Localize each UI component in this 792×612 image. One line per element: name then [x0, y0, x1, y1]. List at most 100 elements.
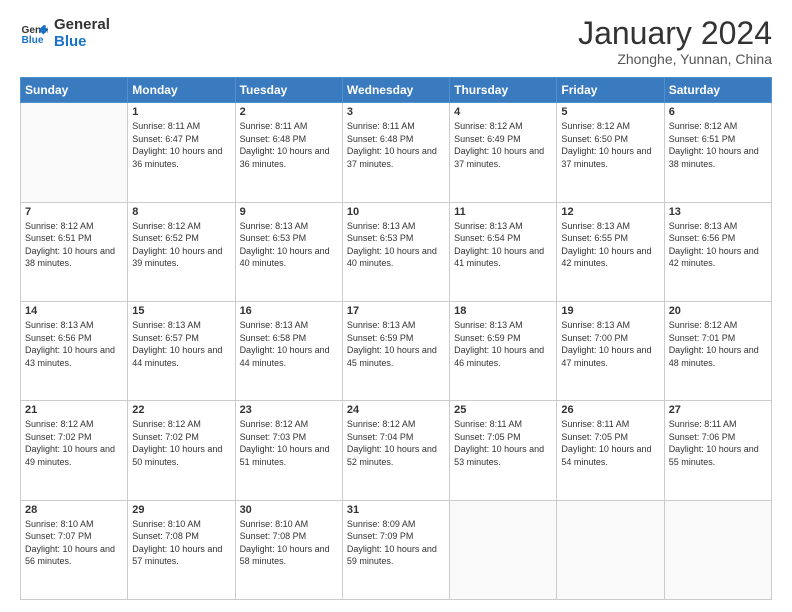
calendar-cell: 18 Sunrise: 8:13 AM Sunset: 6:59 PM Dayl…	[450, 301, 557, 400]
calendar-cell: 1 Sunrise: 8:11 AM Sunset: 6:47 PM Dayli…	[128, 103, 235, 202]
day-info: Sunrise: 8:10 AM Sunset: 7:08 PM Dayligh…	[240, 518, 338, 568]
daylight-label: Daylight: 10 hours and 45 minutes.	[347, 345, 437, 368]
sunset-label: Sunset: 6:56 PM	[669, 233, 736, 243]
calendar-table: SundayMondayTuesdayWednesdayThursdayFrid…	[20, 77, 772, 600]
calendar-cell: 12 Sunrise: 8:13 AM Sunset: 6:55 PM Dayl…	[557, 202, 664, 301]
day-number: 3	[347, 106, 445, 118]
calendar-cell: 30 Sunrise: 8:10 AM Sunset: 7:08 PM Dayl…	[235, 500, 342, 599]
day-info: Sunrise: 8:11 AM Sunset: 7:05 PM Dayligh…	[454, 418, 552, 468]
daylight-label: Daylight: 10 hours and 48 minutes.	[669, 345, 759, 368]
logo-blue: Blue	[54, 33, 110, 50]
day-number: 17	[347, 305, 445, 317]
sunset-label: Sunset: 7:06 PM	[669, 432, 736, 442]
daylight-label: Daylight: 10 hours and 50 minutes.	[132, 444, 222, 467]
day-header-wednesday: Wednesday	[342, 78, 449, 103]
day-info: Sunrise: 8:10 AM Sunset: 7:07 PM Dayligh…	[25, 518, 123, 568]
calendar-cell: 21 Sunrise: 8:12 AM Sunset: 7:02 PM Dayl…	[21, 401, 128, 500]
day-number: 15	[132, 305, 230, 317]
sunrise-label: Sunrise: 8:11 AM	[132, 121, 200, 131]
day-number: 14	[25, 305, 123, 317]
calendar-cell: 25 Sunrise: 8:11 AM Sunset: 7:05 PM Dayl…	[450, 401, 557, 500]
daylight-label: Daylight: 10 hours and 40 minutes.	[240, 246, 330, 269]
day-header-sunday: Sunday	[21, 78, 128, 103]
sunset-label: Sunset: 7:08 PM	[240, 531, 307, 541]
day-number: 5	[561, 106, 659, 118]
day-info: Sunrise: 8:12 AM Sunset: 6:51 PM Dayligh…	[669, 120, 767, 170]
sunrise-label: Sunrise: 8:13 AM	[25, 320, 94, 330]
calendar-cell: 23 Sunrise: 8:12 AM Sunset: 7:03 PM Dayl…	[235, 401, 342, 500]
daylight-label: Daylight: 10 hours and 38 minutes.	[669, 146, 759, 169]
page: General Blue General Blue January 2024 Z…	[0, 0, 792, 612]
sunrise-label: Sunrise: 8:11 AM	[454, 419, 522, 429]
calendar-cell: 5 Sunrise: 8:12 AM Sunset: 6:50 PM Dayli…	[557, 103, 664, 202]
calendar-cell	[664, 500, 771, 599]
header: General Blue General Blue January 2024 Z…	[20, 16, 772, 67]
calendar-cell: 27 Sunrise: 8:11 AM Sunset: 7:06 PM Dayl…	[664, 401, 771, 500]
day-info: Sunrise: 8:12 AM Sunset: 7:02 PM Dayligh…	[25, 418, 123, 468]
logo-general: General	[54, 16, 110, 33]
sunset-label: Sunset: 7:00 PM	[561, 333, 628, 343]
daylight-label: Daylight: 10 hours and 46 minutes.	[454, 345, 544, 368]
sunrise-label: Sunrise: 8:13 AM	[669, 221, 738, 231]
daylight-label: Daylight: 10 hours and 52 minutes.	[347, 444, 437, 467]
calendar-cell: 9 Sunrise: 8:13 AM Sunset: 6:53 PM Dayli…	[235, 202, 342, 301]
sunrise-label: Sunrise: 8:13 AM	[347, 320, 416, 330]
calendar-cell: 4 Sunrise: 8:12 AM Sunset: 6:49 PM Dayli…	[450, 103, 557, 202]
sunset-label: Sunset: 6:48 PM	[240, 134, 307, 144]
sunrise-label: Sunrise: 8:10 AM	[25, 519, 94, 529]
day-number: 18	[454, 305, 552, 317]
day-number: 12	[561, 206, 659, 218]
daylight-label: Daylight: 10 hours and 51 minutes.	[240, 444, 330, 467]
day-number: 24	[347, 404, 445, 416]
calendar-cell	[557, 500, 664, 599]
day-info: Sunrise: 8:12 AM Sunset: 7:03 PM Dayligh…	[240, 418, 338, 468]
day-number: 1	[132, 106, 230, 118]
day-info: Sunrise: 8:12 AM Sunset: 7:02 PM Dayligh…	[132, 418, 230, 468]
calendar-cell: 20 Sunrise: 8:12 AM Sunset: 7:01 PM Dayl…	[664, 301, 771, 400]
sunrise-label: Sunrise: 8:12 AM	[561, 121, 630, 131]
sunrise-label: Sunrise: 8:13 AM	[454, 221, 523, 231]
sunrise-label: Sunrise: 8:12 AM	[25, 419, 94, 429]
calendar-cell: 15 Sunrise: 8:13 AM Sunset: 6:57 PM Dayl…	[128, 301, 235, 400]
day-info: Sunrise: 8:12 AM Sunset: 6:52 PM Dayligh…	[132, 220, 230, 270]
sunrise-label: Sunrise: 8:12 AM	[240, 419, 309, 429]
sunset-label: Sunset: 7:02 PM	[132, 432, 199, 442]
sunrise-label: Sunrise: 8:11 AM	[240, 121, 308, 131]
sunset-label: Sunset: 7:02 PM	[25, 432, 92, 442]
day-info: Sunrise: 8:13 AM Sunset: 6:58 PM Dayligh…	[240, 319, 338, 369]
week-row-4: 21 Sunrise: 8:12 AM Sunset: 7:02 PM Dayl…	[21, 401, 772, 500]
header-right: January 2024 Zhonghe, Yunnan, China	[578, 16, 772, 67]
sunset-label: Sunset: 7:05 PM	[561, 432, 628, 442]
sunset-label: Sunset: 6:51 PM	[25, 233, 92, 243]
sunset-label: Sunset: 6:51 PM	[669, 134, 736, 144]
daylight-label: Daylight: 10 hours and 37 minutes.	[454, 146, 544, 169]
day-header-tuesday: Tuesday	[235, 78, 342, 103]
day-header-monday: Monday	[128, 78, 235, 103]
calendar-cell: 7 Sunrise: 8:12 AM Sunset: 6:51 PM Dayli…	[21, 202, 128, 301]
day-header-thursday: Thursday	[450, 78, 557, 103]
sunrise-label: Sunrise: 8:11 AM	[561, 419, 629, 429]
calendar-cell: 29 Sunrise: 8:10 AM Sunset: 7:08 PM Dayl…	[128, 500, 235, 599]
daylight-label: Daylight: 10 hours and 36 minutes.	[240, 146, 330, 169]
sunset-label: Sunset: 6:57 PM	[132, 333, 199, 343]
day-info: Sunrise: 8:13 AM Sunset: 6:53 PM Dayligh…	[240, 220, 338, 270]
day-number: 27	[669, 404, 767, 416]
daylight-label: Daylight: 10 hours and 37 minutes.	[347, 146, 437, 169]
sunrise-label: Sunrise: 8:13 AM	[240, 320, 309, 330]
sunrise-label: Sunrise: 8:12 AM	[132, 221, 201, 231]
sunset-label: Sunset: 7:08 PM	[132, 531, 199, 541]
calendar-cell: 17 Sunrise: 8:13 AM Sunset: 6:59 PM Dayl…	[342, 301, 449, 400]
daylight-label: Daylight: 10 hours and 54 minutes.	[561, 444, 651, 467]
sunset-label: Sunset: 7:07 PM	[25, 531, 92, 541]
daylight-label: Daylight: 10 hours and 42 minutes.	[561, 246, 651, 269]
week-row-3: 14 Sunrise: 8:13 AM Sunset: 6:56 PM Dayl…	[21, 301, 772, 400]
sunset-label: Sunset: 6:50 PM	[561, 134, 628, 144]
day-info: Sunrise: 8:12 AM Sunset: 6:51 PM Dayligh…	[25, 220, 123, 270]
daylight-label: Daylight: 10 hours and 43 minutes.	[25, 345, 115, 368]
location-subtitle: Zhonghe, Yunnan, China	[578, 51, 772, 67]
daylight-label: Daylight: 10 hours and 36 minutes.	[132, 146, 222, 169]
sunset-label: Sunset: 6:53 PM	[347, 233, 414, 243]
daylight-label: Daylight: 10 hours and 49 minutes.	[25, 444, 115, 467]
daylight-label: Daylight: 10 hours and 37 minutes.	[561, 146, 651, 169]
calendar-cell: 2 Sunrise: 8:11 AM Sunset: 6:48 PM Dayli…	[235, 103, 342, 202]
